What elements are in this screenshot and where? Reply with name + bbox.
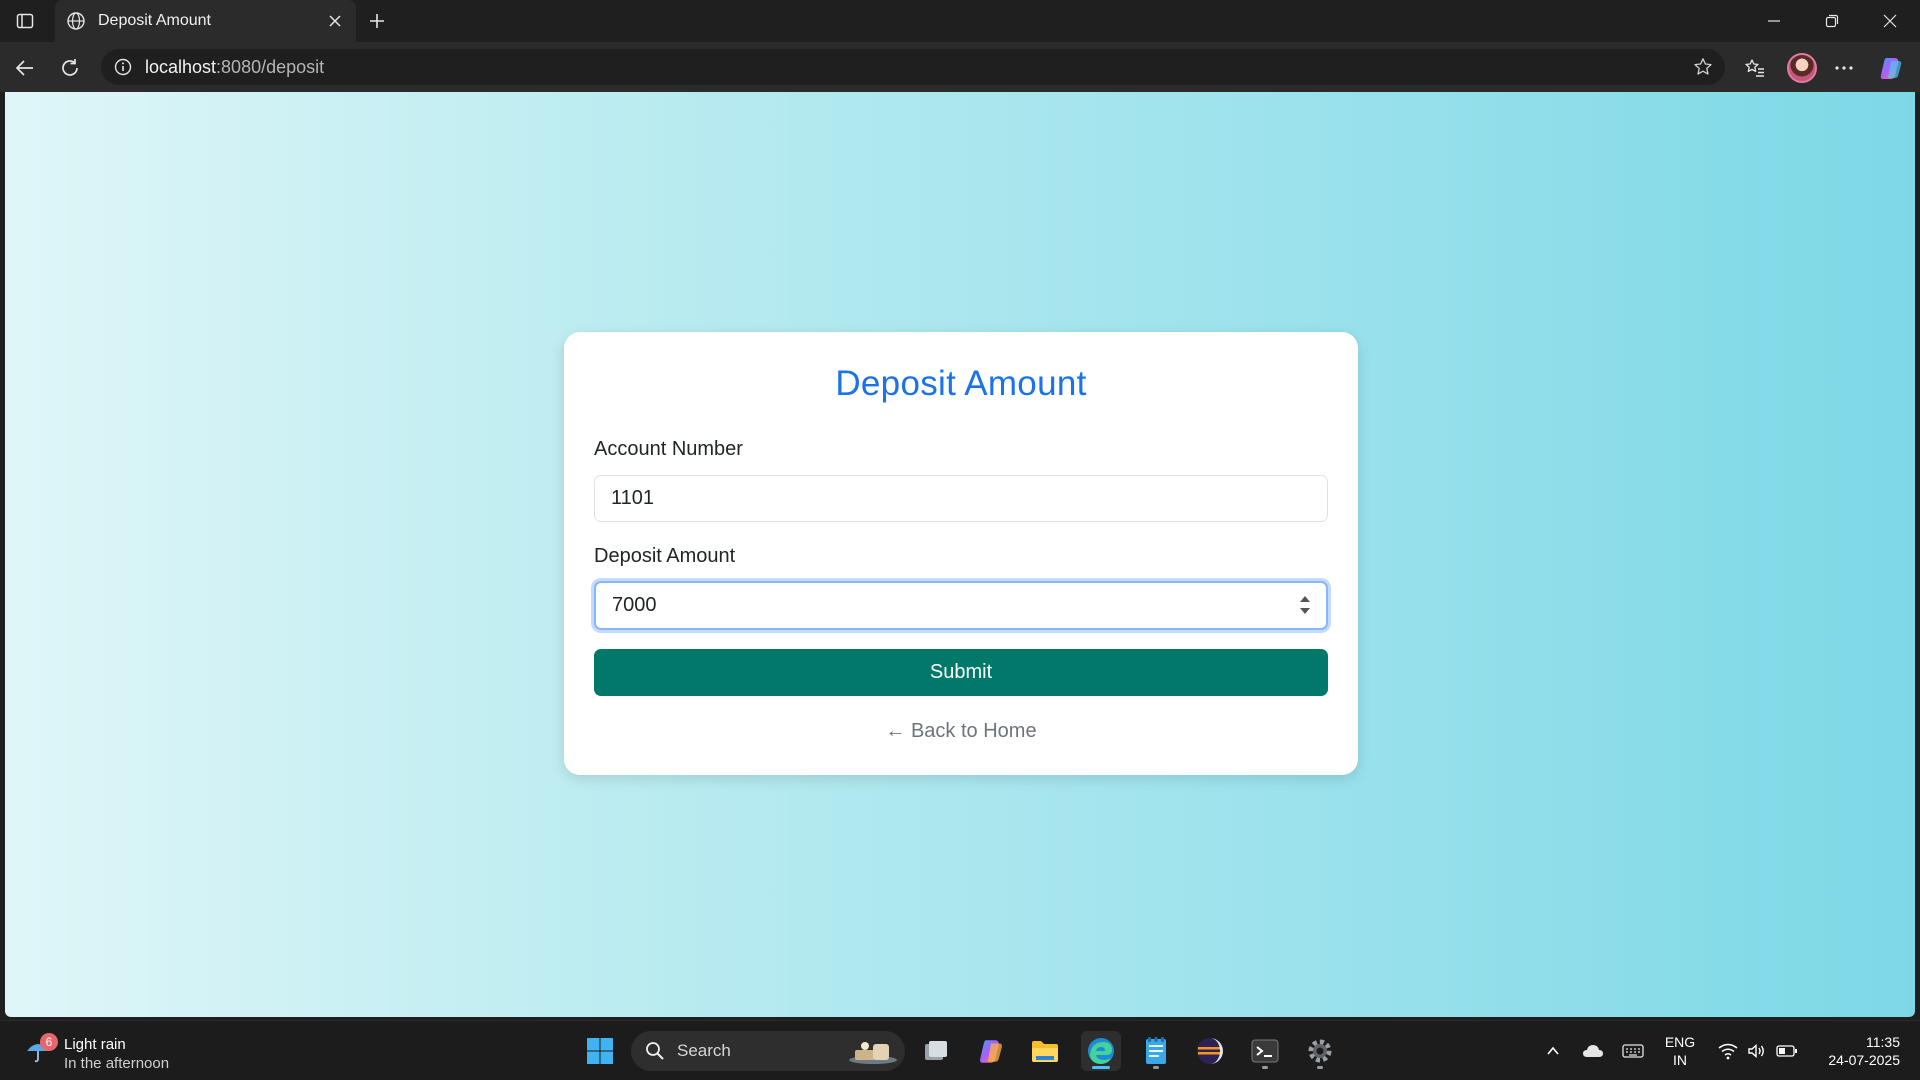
volume-status[interactable] [1745, 1039, 1769, 1063]
windows-taskbar: 6 Light rain In the afternoon Search ENG… [0, 1020, 1920, 1080]
close-window-button[interactable] [1861, 0, 1919, 42]
deposit-amount-input[interactable]: 7000 [594, 581, 1328, 630]
restore-button[interactable] [1803, 0, 1861, 42]
page-viewport: Deposit Amount Account Number 1101 Depos… [5, 92, 1915, 1017]
windows-start-icon [587, 1038, 613, 1064]
notepad-button[interactable] [1136, 1031, 1176, 1071]
browser-toolbar: localhost:8080/deposit [0, 42, 1920, 92]
account-number-input[interactable]: 1101 [594, 475, 1328, 522]
new-tab-button[interactable] [362, 6, 392, 36]
back-button[interactable] [8, 51, 42, 85]
arrow-left-icon [15, 60, 33, 76]
weather-subtitle: In the afternoon [64, 1055, 170, 1072]
favorite-star-icon[interactable] [1693, 57, 1713, 77]
cloud-icon [1583, 1045, 1603, 1057]
number-spinner-icon[interactable] [1298, 591, 1312, 619]
terminal-button[interactable] [1245, 1031, 1285, 1071]
running-indicator [1317, 1066, 1323, 1069]
settings-gear-icon [1308, 1039, 1332, 1063]
account-number-value: 1101 [611, 487, 655, 509]
settings-button[interactable] [1300, 1031, 1340, 1071]
plus-icon [370, 14, 384, 28]
show-hidden-icons-button[interactable] [1541, 1039, 1565, 1063]
deposit-amount-label: Deposit Amount [594, 545, 736, 567]
account-number-label: Account Number [594, 438, 743, 460]
browser-tab-bar: Deposit Amount [0, 0, 1920, 42]
copilot-icon [1880, 58, 1902, 79]
system-clock[interactable]: 11:35 24-07-2025 [1810, 1033, 1900, 1069]
deposit-amount-value: 7000 [612, 594, 657, 616]
reload-icon [62, 59, 78, 76]
onedrive-button[interactable] [1581, 1039, 1605, 1063]
submit-button[interactable]: Submit [594, 649, 1328, 696]
running-indicator [1262, 1066, 1268, 1069]
favorites-button[interactable] [1738, 51, 1772, 85]
keyboard-icon [1622, 1044, 1644, 1058]
favorites-icon [1745, 59, 1764, 77]
copilot-taskbar-button[interactable] [971, 1031, 1011, 1071]
edge-taskbar-button[interactable] [1081, 1031, 1121, 1071]
speaker-icon [1748, 1043, 1764, 1059]
wifi-icon [1718, 1043, 1738, 1060]
input-language-indicator[interactable]: ENG IN [1660, 1033, 1700, 1069]
profile-avatar[interactable] [1787, 53, 1817, 83]
back-to-home-link[interactable]: ← Back to Home [564, 720, 1358, 743]
address-bar[interactable]: localhost:8080/deposit [101, 49, 1725, 85]
language-code: ENG [1664, 1034, 1696, 1050]
copilot-button[interactable] [1874, 51, 1908, 85]
close-icon [1883, 14, 1897, 28]
sidebar-panel-icon [16, 13, 34, 29]
search-icon [646, 1042, 664, 1060]
notepad-icon [1146, 1037, 1166, 1064]
clock-time: 11:35 [1866, 1034, 1900, 1050]
search-highlight-icon [849, 1042, 897, 1064]
globe-icon [65, 10, 87, 32]
file-explorer-button[interactable] [1025, 1031, 1065, 1071]
weather-widget[interactable]: 6 Light rain In the afternoon [20, 1029, 190, 1073]
weather-badge: 6 [40, 1033, 58, 1051]
tab-actions-button[interactable] [8, 6, 42, 36]
browser-tab-active[interactable]: Deposit Amount [55, 0, 356, 42]
edge-icon [1088, 1038, 1114, 1064]
restore-icon [1825, 14, 1839, 28]
weather-title: Light rain [64, 1036, 126, 1053]
start-button[interactable] [580, 1031, 620, 1071]
battery-status[interactable] [1775, 1039, 1799, 1063]
folder-icon [1032, 1041, 1058, 1062]
url-path: :8080/deposit [216, 56, 325, 77]
terminal-icon [1251, 1039, 1279, 1063]
task-view-button[interactable] [916, 1031, 956, 1071]
task-view-icon [925, 1041, 947, 1060]
close-tab-icon[interactable] [324, 10, 346, 32]
taskbar-search[interactable]: Search [631, 1031, 905, 1071]
search-label: Search [677, 1041, 731, 1060]
touch-keyboard-button[interactable] [1621, 1039, 1645, 1063]
minimize-icon [1768, 20, 1780, 22]
tab-title: Deposit Amount [98, 12, 211, 29]
region-code: IN [1673, 1052, 1687, 1068]
site-info-icon[interactable] [113, 57, 133, 77]
reload-button[interactable] [53, 51, 87, 85]
chevron-up-icon [1547, 1046, 1559, 1055]
page-title: Deposit Amount [835, 364, 1087, 403]
more-dots-icon [1835, 66, 1853, 70]
deposit-form-card: Deposit Amount Account Number 1101 Depos… [564, 332, 1358, 775]
url-text: localhost:8080/deposit [145, 57, 324, 78]
clock-date: 24-07-2025 [1828, 1052, 1900, 1068]
more-menu-button[interactable] [1827, 51, 1861, 85]
battery-icon [1776, 1045, 1797, 1057]
active-indicator [1092, 1066, 1110, 1069]
minimize-button[interactable] [1745, 0, 1803, 42]
eclipse-icon [1197, 1038, 1223, 1064]
eclipse-button[interactable] [1190, 1031, 1230, 1071]
url-host: localhost [145, 56, 217, 77]
wifi-status[interactable] [1716, 1039, 1740, 1063]
copilot-icon [980, 1040, 1002, 1063]
running-indicator [1153, 1066, 1159, 1069]
